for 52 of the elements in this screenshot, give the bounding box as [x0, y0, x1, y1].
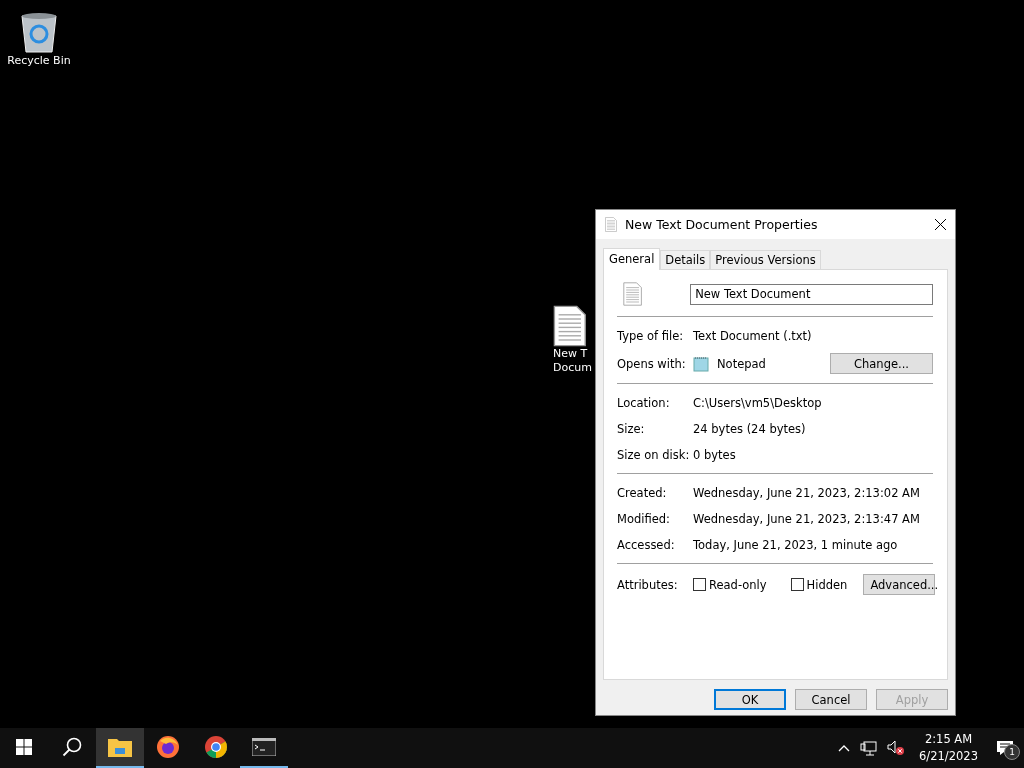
clock[interactable]: 2:15 AM 6/21/2023	[919, 731, 978, 765]
property-label: Accessed:	[617, 538, 676, 552]
search-icon	[62, 737, 82, 757]
tab[interactable]: Previous Versions	[710, 250, 821, 269]
recycle-bin-icon	[19, 10, 59, 54]
terminal-icon	[252, 738, 276, 756]
property-value: Notepad	[717, 356, 766, 371]
desktop-icon-label: New T	[553, 347, 588, 361]
property-label: Location:	[617, 396, 671, 410]
desktop-icon-label: Docum	[553, 361, 592, 375]
checkbox[interactable]	[693, 578, 706, 591]
chrome-browser-icon	[204, 735, 228, 759]
property-label: Modified:	[617, 512, 671, 526]
dialog-button[interactable]: OK	[714, 689, 786, 710]
network-icon[interactable]	[860, 740, 878, 756]
property-label: Created:	[617, 486, 668, 500]
attribute-checkbox[interactable]: Hidden	[790, 577, 848, 592]
taskbar-button[interactable]	[96, 728, 144, 768]
desktop-icon[interactable]: Recycle Bin	[1, 10, 77, 68]
change-button[interactable]: Change...	[830, 353, 933, 374]
notification-count-badge: 1	[1004, 744, 1020, 760]
document-icon	[605, 217, 617, 232]
tab[interactable]: Details	[660, 250, 711, 269]
property-label: Size on disk:	[617, 448, 691, 462]
property-label: Opens with:	[617, 356, 687, 371]
windows-logo-icon	[16, 739, 32, 755]
desktop-icon-label: Recycle Bin	[7, 54, 71, 68]
fox-globe-icon	[156, 735, 180, 759]
property-label: Size:	[617, 422, 646, 436]
property-value: 24 bytes (24 bytes)	[693, 422, 806, 436]
advanced-button[interactable]: Advanced...	[863, 574, 936, 595]
file-name-field[interactable]: New Text Document	[690, 283, 933, 305]
close-icon	[934, 219, 946, 230]
text-file-icon	[553, 305, 587, 347]
property-value: Text Document (.txt)	[693, 329, 812, 343]
attribute-checkbox[interactable]: Read-only	[693, 577, 767, 592]
tab[interactable]: General	[603, 248, 661, 270]
property-value: Wednesday, June 21, 2023, 2:13:02 AM	[693, 486, 920, 500]
property-value: C:\Users\vm5\Desktop	[693, 396, 822, 410]
property-value: 0 bytes	[693, 448, 736, 462]
folder-icon	[108, 737, 132, 757]
dialog-button[interactable]: Cancel	[795, 689, 867, 710]
chevron-up-icon[interactable]	[838, 744, 851, 752]
property-value: Wednesday, June 21, 2023, 2:13:47 AM	[693, 512, 920, 526]
muted-speaker-icon[interactable]	[887, 740, 906, 756]
property-label: Type of file:	[617, 329, 685, 343]
property-label: Attributes:	[617, 577, 679, 592]
desktop-icon[interactable]: New T Docum	[553, 305, 593, 375]
property-value: Today, June 21, 2023, 1 minute ago	[693, 538, 898, 552]
checkbox[interactable]	[790, 578, 804, 591]
document-icon	[623, 282, 643, 306]
window-title: New Text Document Properties	[625, 217, 819, 232]
